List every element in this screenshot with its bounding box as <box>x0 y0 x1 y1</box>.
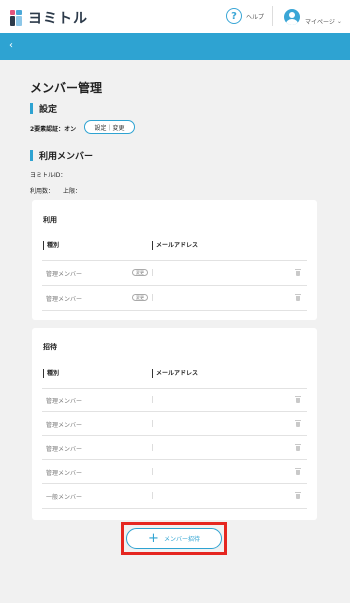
help-question-icon: ? <box>226 8 242 24</box>
member-type: 管理メンバー <box>46 271 83 278</box>
logo[interactable]: ヨミトル <box>10 8 88 28</box>
trash-icon[interactable] <box>295 468 301 475</box>
nav-bar: ‹ <box>0 33 350 60</box>
column-separator <box>152 269 153 276</box>
usage-limit-label: 上限： <box>63 188 82 195</box>
top-header: ヨミトル ? ヘルプ マイページ ⌄ <box>0 0 350 33</box>
settings-heading-text: 設定 <box>39 105 58 115</box>
chevron-down-icon: ⌄ <box>336 18 342 25</box>
row-divider <box>42 483 307 484</box>
trash-icon[interactable] <box>295 269 301 276</box>
col-header-email: メールアドレス <box>152 241 198 250</box>
help-link[interactable]: ? ヘルプ <box>226 8 264 24</box>
invite-member-label: メンバー招待 <box>163 536 200 543</box>
plus-icon: + <box>148 531 159 546</box>
col-header-type: 種別 <box>43 369 59 378</box>
logo-text: ヨミトル <box>28 11 88 27</box>
column-separator <box>152 420 153 427</box>
row-divider <box>42 435 307 436</box>
twofa-status-label: 2要素認証：オン <box>30 126 77 133</box>
member-type: 管理メンバー <box>46 446 83 453</box>
member-type: 管理メンバー <box>46 470 83 477</box>
logo-mark-icon <box>10 10 24 26</box>
column-separator <box>152 294 153 301</box>
row-divider <box>42 260 307 261</box>
user-avatar-icon <box>284 8 300 25</box>
page-title: メンバー管理 <box>30 81 103 95</box>
trash-icon[interactable] <box>295 420 301 427</box>
heading-accent-bar <box>30 103 33 114</box>
row-divider <box>42 508 307 509</box>
header-divider <box>272 6 273 26</box>
active-card-title: 利用 <box>43 216 57 224</box>
trash-icon[interactable] <box>295 294 301 301</box>
twofa-settings-button[interactable]: 設定｜変更 <box>84 120 135 134</box>
row-divider <box>42 310 307 311</box>
mypage-label: マイページ <box>305 19 335 26</box>
column-separator <box>152 492 153 499</box>
row-divider <box>42 388 307 389</box>
member-type: 管理メンバー <box>46 296 83 303</box>
column-separator <box>152 444 153 451</box>
row-divider <box>42 285 307 286</box>
member-type: 一般メンバー <box>46 494 83 501</box>
footer <box>0 578 350 603</box>
help-label: ヘルプ <box>246 13 265 21</box>
members-heading: 利用メンバー <box>30 149 93 162</box>
col-header-email: メールアドレス <box>152 369 198 378</box>
member-type: 管理メンバー <box>46 398 83 405</box>
active-members-card: 利用 種別 メールアドレス 管理メンバー 変更 管理メンバー 変更 <box>32 200 317 320</box>
row-divider <box>42 459 307 460</box>
member-type: 管理メンバー <box>46 422 83 429</box>
usage-count-label: 利用数： <box>30 188 55 195</box>
back-chevron-icon[interactable]: ‹ <box>9 40 13 51</box>
invited-card-title: 招待 <box>43 343 57 351</box>
trash-icon[interactable] <box>295 396 301 403</box>
heading-accent-bar <box>30 150 33 161</box>
column-separator <box>152 468 153 475</box>
column-separator <box>152 396 153 403</box>
trash-icon[interactable] <box>295 492 301 499</box>
mypage-menu[interactable]: マイページ ⌄ <box>284 7 342 26</box>
col-header-type: 種別 <box>43 241 59 250</box>
invited-members-card: 招待 種別 メールアドレス 管理メンバー 管理メンバー 管理メンバー 管理メンバ… <box>32 328 317 520</box>
row-divider <box>42 411 307 412</box>
yomitoru-id-label: ヨミトルID： <box>30 172 67 179</box>
invite-member-button[interactable]: + メンバー招待 <box>126 528 222 549</box>
settings-heading: 設定 <box>30 102 57 115</box>
members-heading-text: 利用メンバー <box>39 152 94 162</box>
change-type-button[interactable]: 変更 <box>132 294 148 301</box>
trash-icon[interactable] <box>295 444 301 451</box>
change-type-button[interactable]: 変更 <box>132 269 148 276</box>
